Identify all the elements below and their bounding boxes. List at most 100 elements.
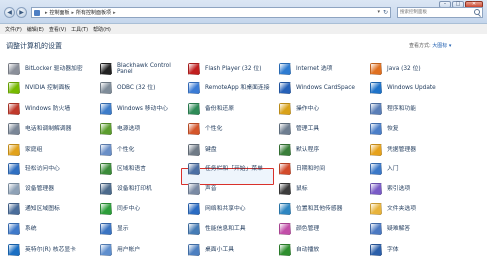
folder-options-icon bbox=[370, 203, 382, 215]
control-panel-item-label: 区域和语言 bbox=[117, 165, 146, 172]
control-panel-item[interactable]: Windows Update bbox=[370, 79, 436, 97]
control-panel-item[interactable]: Java (32 位) bbox=[370, 60, 421, 78]
control-panel-item[interactable]: 英特尔(R) 核芯显卡 bbox=[8, 241, 76, 259]
menu-tools[interactable]: 工具(T) bbox=[71, 26, 88, 33]
control-panel-item[interactable]: 索引选项 bbox=[370, 180, 410, 198]
control-panel-item[interactable]: 设备管理器 bbox=[8, 180, 54, 198]
address-bar[interactable]: ▸ 控制面板 ▸ 所有控制面板项 ▸ ▾ ↻ bbox=[31, 7, 391, 18]
control-panel-item[interactable]: 任务栏和「开始」菜单 bbox=[188, 160, 263, 178]
control-panel-item[interactable]: NVIDIA 控制面板 bbox=[8, 79, 70, 97]
control-panel-item[interactable]: 声音 bbox=[188, 180, 217, 198]
control-panel-item[interactable]: Windows 移动中心 bbox=[100, 100, 168, 118]
control-panel-item[interactable]: 系统 bbox=[8, 220, 37, 238]
control-panel-item-label: 操作中心 bbox=[296, 105, 320, 112]
default-programs-icon bbox=[279, 144, 291, 156]
control-panel-item[interactable]: 位置和其他传感器 bbox=[279, 200, 342, 218]
control-panel-item[interactable]: 设备和打印机 bbox=[100, 180, 152, 198]
control-panel-item[interactable]: Blackhawk Control Panel bbox=[100, 60, 179, 78]
control-panel-item-label: Internet 选项 bbox=[296, 65, 333, 72]
control-panel-item-label: Windows 防火墙 bbox=[25, 105, 71, 112]
control-panel-item[interactable]: 个性化 bbox=[188, 120, 222, 138]
back-button[interactable]: ◀ bbox=[4, 7, 15, 18]
control-panel-item[interactable]: 备份和还原 bbox=[188, 100, 234, 118]
menu-view[interactable]: 查看(V) bbox=[49, 26, 66, 33]
control-panel-item[interactable]: Internet 选项 bbox=[279, 60, 332, 78]
menu-edit[interactable]: 编辑(E) bbox=[27, 26, 44, 33]
control-panel-item[interactable]: Flash Player (32 位) bbox=[188, 60, 261, 78]
control-panel-item[interactable]: 疑难解答 bbox=[370, 220, 410, 238]
control-panel-item-label: 用户帐户 bbox=[117, 246, 141, 253]
control-panel-item-label: 个性化 bbox=[117, 146, 135, 153]
control-panel-item[interactable]: 凭据管理器 bbox=[370, 141, 416, 159]
breadcrumb-separator: ▸ bbox=[71, 9, 75, 16]
control-panel-item[interactable]: 轻松访问中心 bbox=[8, 160, 60, 178]
breadcrumb-control-panel[interactable]: 控制面板 bbox=[50, 9, 70, 16]
troubleshooting-icon bbox=[370, 223, 382, 235]
search-box bbox=[397, 7, 483, 18]
control-panel-item[interactable]: 电话和调制解调器 bbox=[8, 120, 71, 138]
control-panel-item[interactable]: 鼠标 bbox=[279, 180, 308, 198]
fonts-icon bbox=[370, 244, 382, 256]
control-panel-item[interactable]: 入门 bbox=[370, 160, 399, 178]
odbc-icon bbox=[100, 82, 112, 94]
control-panel-item[interactable]: 字体 bbox=[370, 241, 399, 259]
control-panel-item[interactable]: 恢复 bbox=[370, 120, 399, 138]
control-panel-item-label: 家庭组 bbox=[25, 146, 43, 153]
control-panel-item-label: 系统 bbox=[25, 225, 37, 232]
control-panel-item-label: 字体 bbox=[387, 246, 399, 253]
control-panel-item[interactable]: 网络和共享中心 bbox=[188, 200, 246, 218]
control-panel-item[interactable]: 同步中心 bbox=[100, 200, 140, 218]
control-panel-item[interactable]: 管理工具 bbox=[279, 120, 319, 138]
control-panel-item[interactable]: 家庭组 bbox=[8, 141, 42, 159]
control-panel-item-label: 文件夹选项 bbox=[387, 205, 416, 212]
control-panel-item[interactable]: 桌面小工具 bbox=[188, 241, 234, 259]
control-panel-item-label: 个性化 bbox=[205, 125, 223, 132]
search-input[interactable] bbox=[398, 8, 472, 17]
control-panel-item[interactable]: 日期和时间 bbox=[279, 160, 325, 178]
menu-help[interactable]: 帮助(H) bbox=[93, 26, 111, 33]
breadcrumb-all-items[interactable]: 所有控制面板项 bbox=[76, 9, 111, 16]
network-sharing-icon bbox=[188, 203, 200, 215]
control-panel-item-label: 凭据管理器 bbox=[387, 146, 416, 153]
menu-file[interactable]: 文件(F) bbox=[5, 26, 22, 33]
control-panel-item-label: 任务栏和「开始」菜单 bbox=[205, 165, 263, 172]
control-panel-item[interactable]: 用户帐户 bbox=[100, 241, 140, 259]
control-panel-item-label: 鼠标 bbox=[296, 185, 308, 192]
control-panel-item[interactable]: 操作中心 bbox=[279, 100, 319, 118]
refresh-icon[interactable]: ↻ bbox=[383, 8, 388, 17]
performance-icon bbox=[188, 223, 200, 235]
flash-player-icon bbox=[188, 63, 200, 75]
control-panel-item[interactable]: 程序和功能 bbox=[370, 100, 416, 118]
programs-features-icon bbox=[370, 103, 382, 115]
search-icon[interactable] bbox=[474, 9, 480, 15]
chevron-down-icon[interactable]: ▾ bbox=[377, 8, 380, 17]
control-panel-item[interactable]: 文件夹选项 bbox=[370, 200, 416, 218]
control-panel-item[interactable]: 颜色管理 bbox=[279, 220, 319, 238]
ease-of-access-icon bbox=[8, 163, 20, 175]
view-by-dropdown[interactable]: 大图标 ▾ bbox=[432, 43, 451, 49]
control-panel-item-label: 恢复 bbox=[387, 125, 399, 132]
control-panel-item[interactable]: 通知区域图标 bbox=[8, 200, 60, 218]
control-panel-item[interactable]: 电源选项 bbox=[100, 120, 140, 138]
mouse-icon bbox=[279, 183, 291, 195]
control-panel-item[interactable]: ODBC (32 位) bbox=[100, 79, 155, 97]
devices-printers-icon bbox=[100, 183, 112, 195]
homegroup-icon bbox=[8, 144, 20, 156]
control-panel-item[interactable]: 自动播放 bbox=[279, 241, 319, 259]
control-panel-item[interactable]: RemoteApp 和桌面连接 bbox=[188, 79, 270, 97]
control-panel-item[interactable]: 显示 bbox=[100, 220, 129, 238]
control-panel-item[interactable]: Windows 防火墙 bbox=[8, 100, 70, 118]
control-panel-item[interactable]: BitLocker 驱动器加密 bbox=[8, 60, 83, 78]
control-panel-item[interactable]: 键盘 bbox=[188, 141, 217, 159]
device-manager-icon bbox=[8, 183, 20, 195]
windows-update-icon bbox=[370, 82, 382, 94]
forward-button[interactable]: ▶ bbox=[16, 7, 27, 18]
control-panel-item[interactable]: 个性化 bbox=[100, 141, 134, 159]
getting-started-icon bbox=[370, 163, 382, 175]
control-panel-item[interactable]: Windows CardSpace bbox=[279, 79, 355, 97]
breadcrumb-separator: ▸ bbox=[113, 9, 116, 16]
control-panel-item[interactable]: 区域和语言 bbox=[100, 160, 146, 178]
control-panel-item[interactable]: 性能信息和工具 bbox=[188, 220, 246, 238]
control-panel-item-label: 同步中心 bbox=[117, 205, 141, 212]
control-panel-item[interactable]: 默认程序 bbox=[279, 141, 319, 159]
